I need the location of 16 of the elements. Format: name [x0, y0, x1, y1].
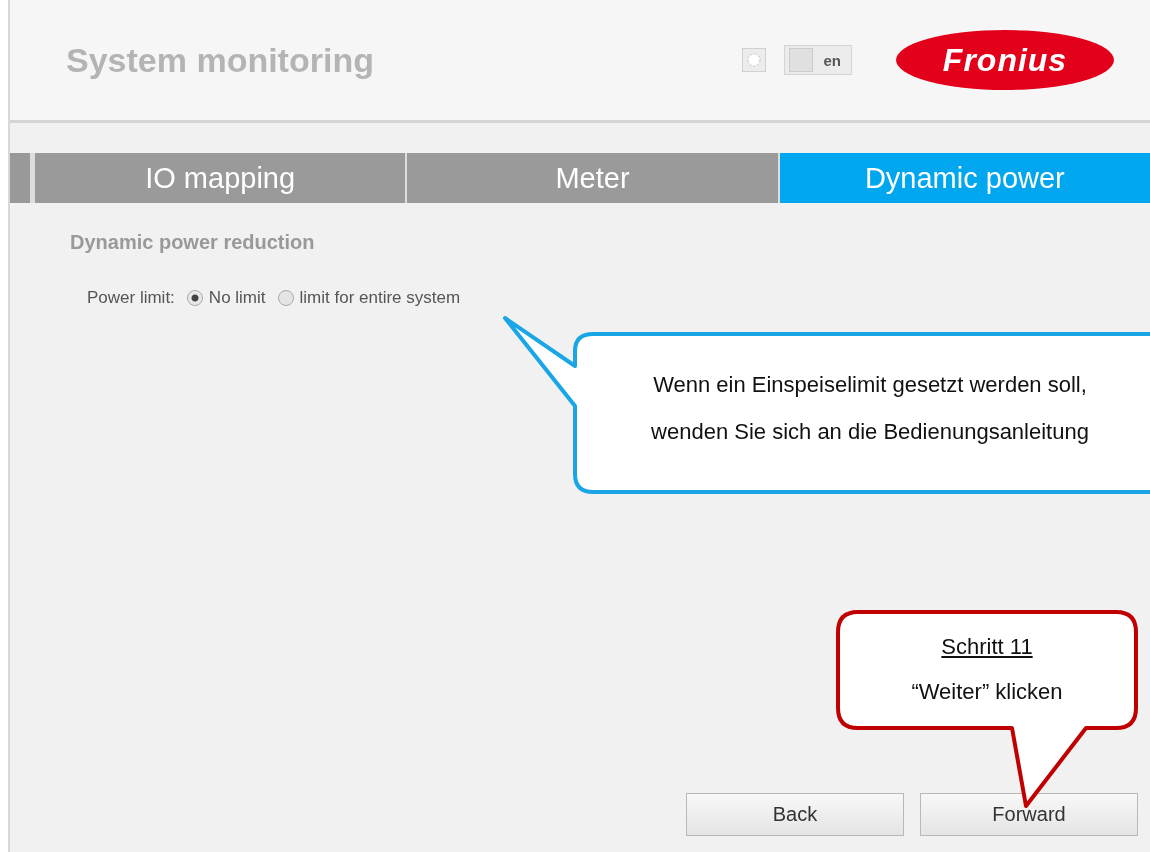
section-title: Dynamic power reduction: [70, 231, 316, 254]
help-icon[interactable]: [742, 48, 767, 72]
radio-label: limit for entire system: [299, 288, 461, 308]
field-label: Power limit:: [87, 288, 175, 308]
language-selector[interactable]: en: [784, 45, 852, 75]
nav-button[interactable]: Forward: [920, 793, 1138, 836]
radio-button[interactable]: [186, 290, 203, 306]
brand-logo: Fronius: [896, 30, 1114, 90]
radio-label: No limit: [208, 288, 266, 308]
callout-text: Wenn ein Einspeiselimit gesetzt werden soll,: [653, 372, 1087, 398]
callout-text: wenden Sie sich an die Bedienungsanleitung: [651, 419, 1089, 445]
callout-heading: Schritt 11: [941, 634, 1033, 660]
nav-button[interactable]: Back: [686, 793, 904, 836]
radio-button[interactable]: [277, 290, 294, 306]
callout-text: “Weiter” klicken: [911, 679, 1063, 705]
page-title: System monitoring: [66, 40, 375, 80]
